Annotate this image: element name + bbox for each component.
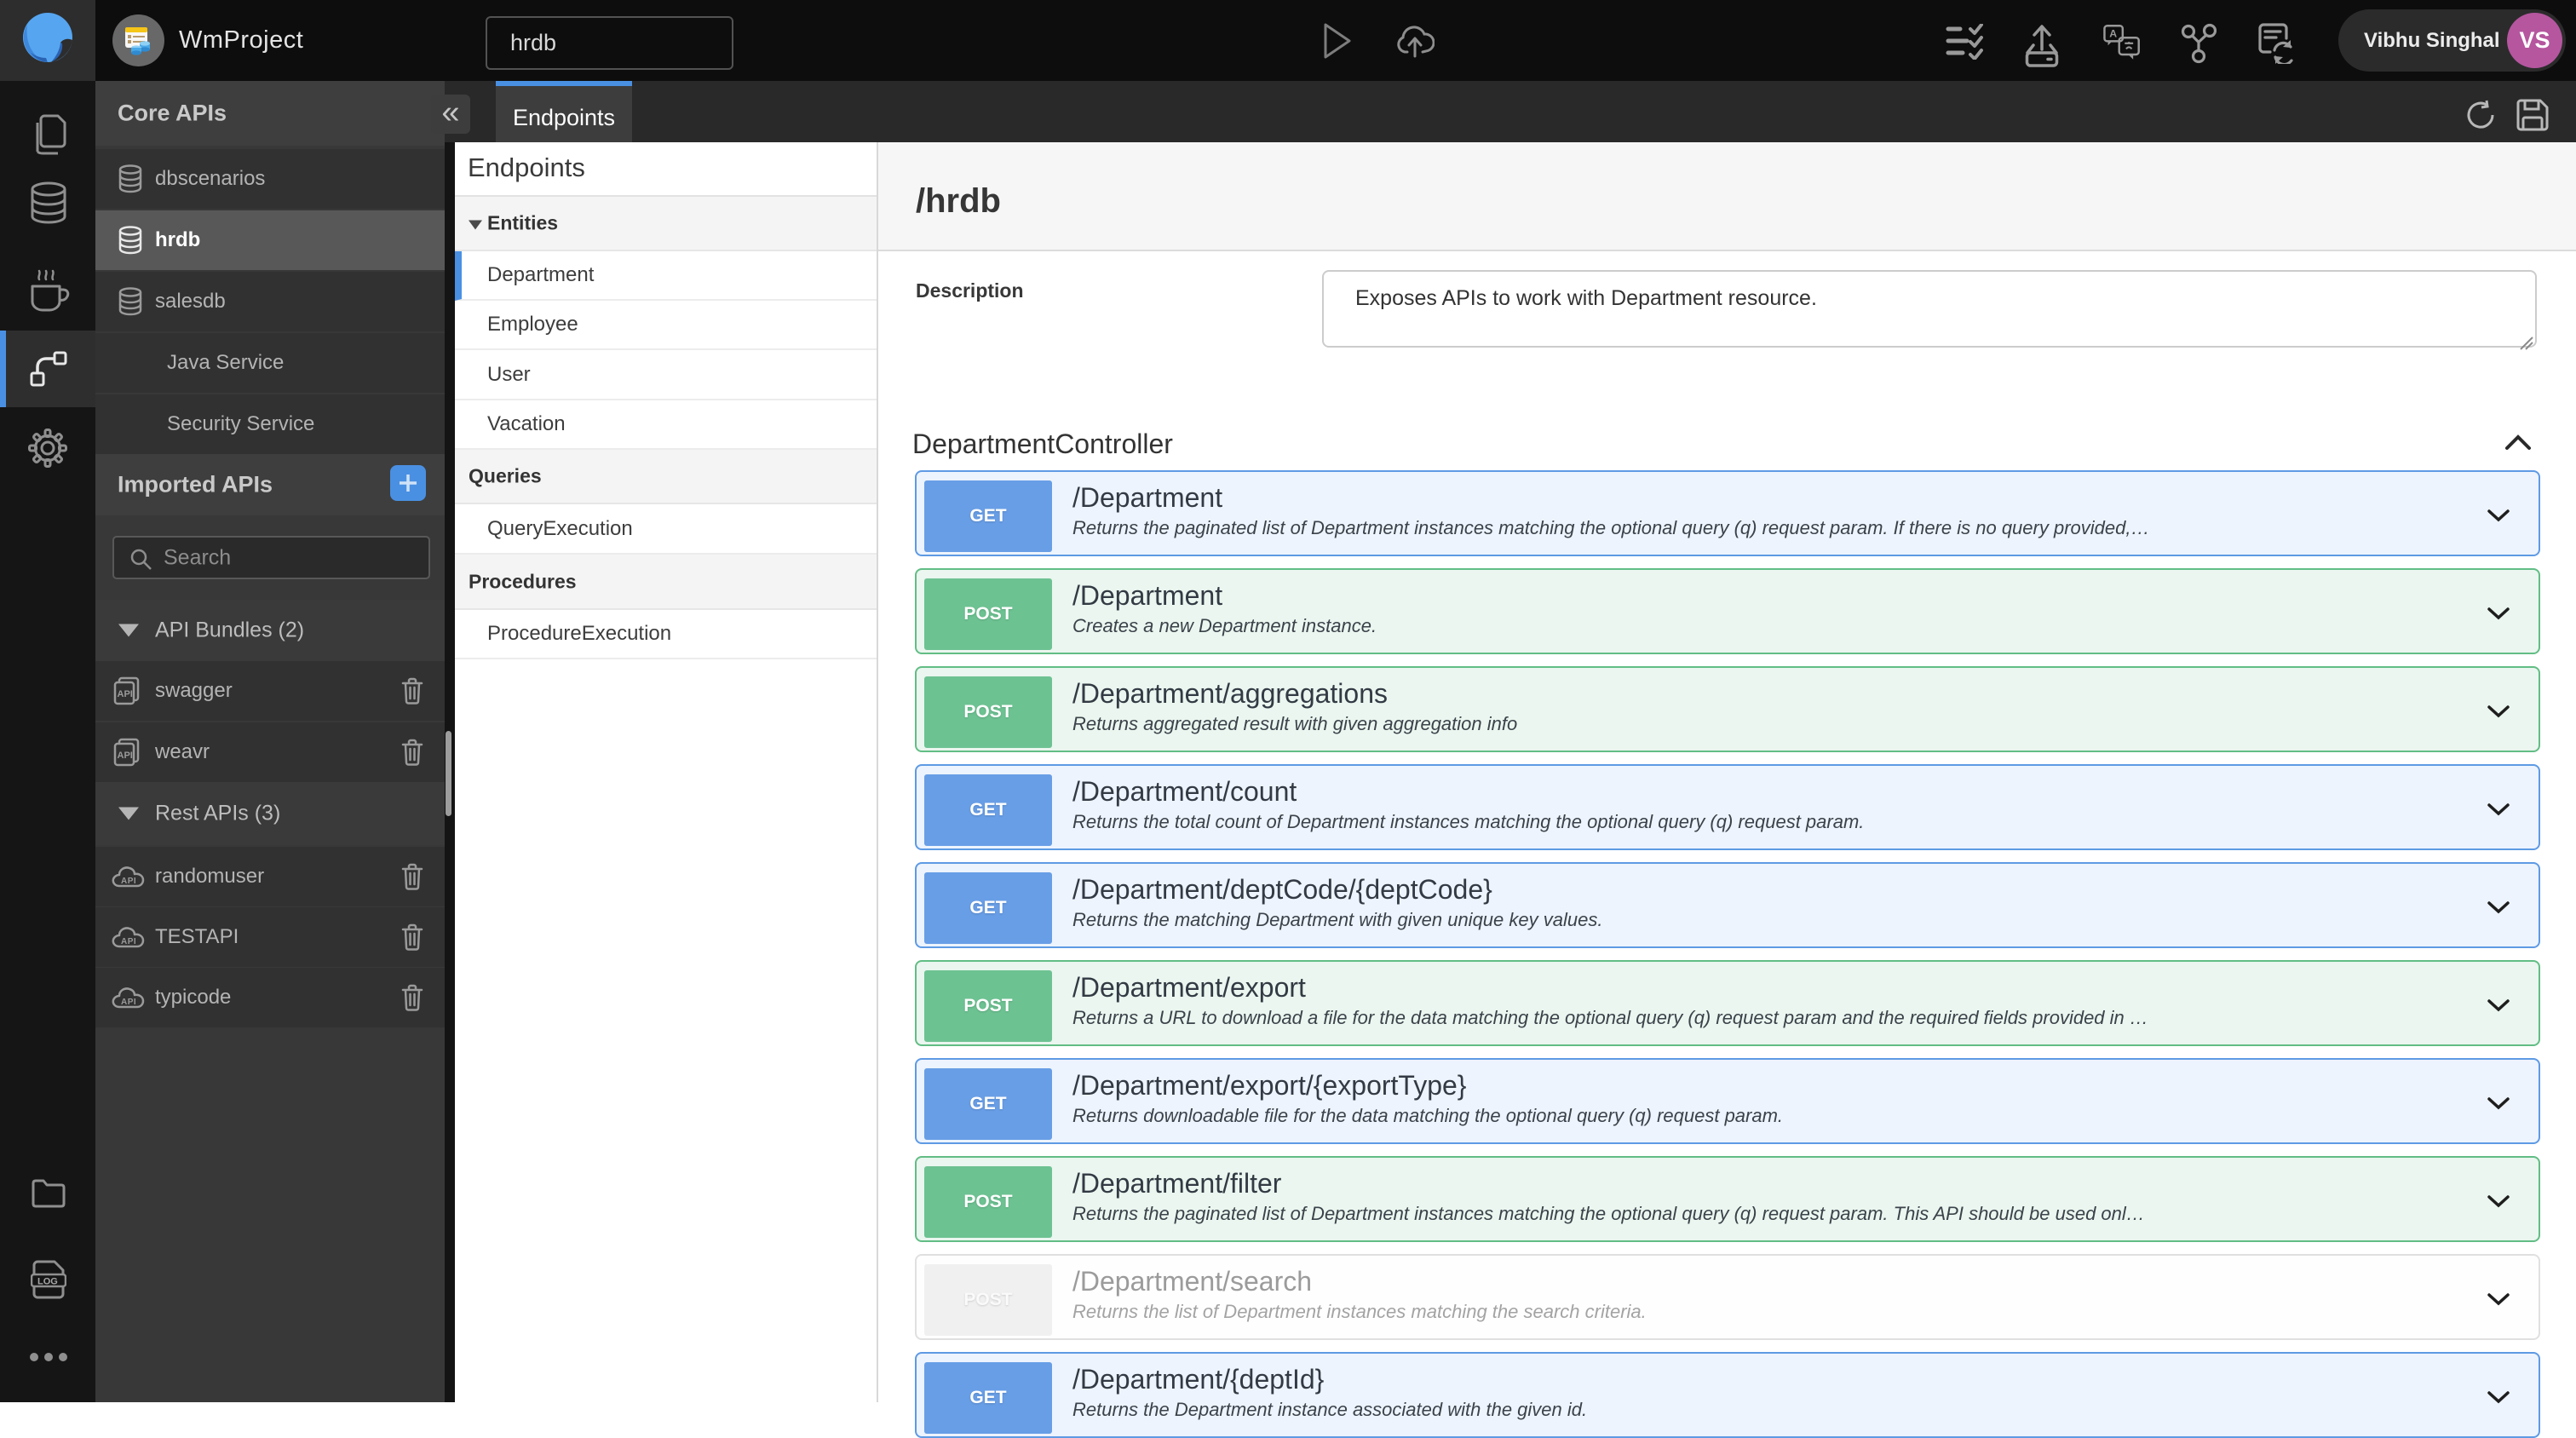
- svg-text:LOG: LOG: [37, 1277, 58, 1287]
- svg-text:API: API: [121, 998, 136, 1007]
- svg-text:A: A: [2109, 27, 2117, 39]
- svg-text:API: API: [121, 877, 136, 886]
- svg-text:API: API: [118, 689, 133, 699]
- svg-text:API: API: [118, 751, 133, 761]
- svg-text:API: API: [121, 937, 136, 946]
